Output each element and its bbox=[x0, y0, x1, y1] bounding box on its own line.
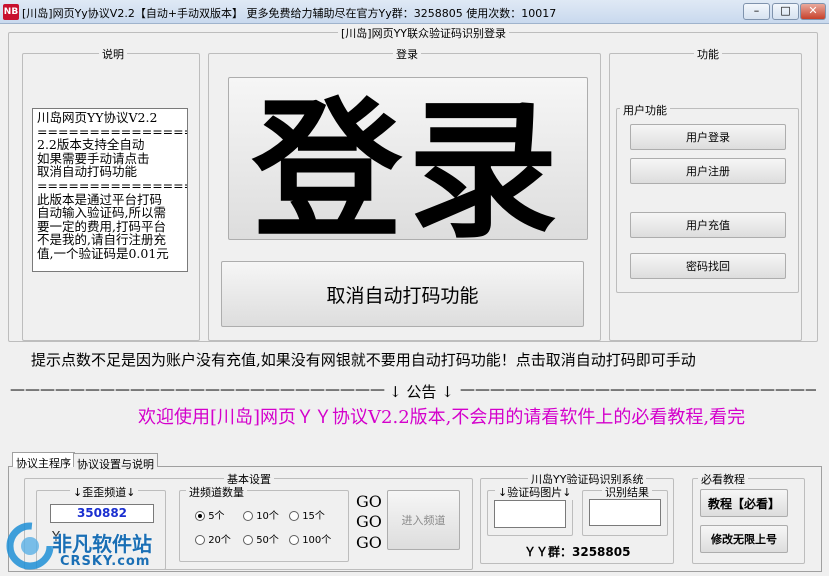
close-button[interactable]: ✕ bbox=[800, 3, 826, 20]
cancel-auto-captcha-button[interactable]: 取消自动打码功能 bbox=[221, 261, 584, 327]
app-icon: NB bbox=[3, 4, 19, 20]
radio-20[interactable]: 20个 bbox=[195, 531, 231, 546]
go-label-2: GO bbox=[356, 512, 382, 531]
radio-icon bbox=[289, 511, 299, 521]
note-line: ====================== bbox=[37, 123, 187, 139]
radio-15[interactable]: 15个 bbox=[289, 507, 325, 522]
channel-count-group bbox=[179, 490, 349, 562]
radio-100[interactable]: 100个 bbox=[289, 531, 331, 546]
features-group-label: 功能 bbox=[694, 46, 722, 62]
marquee-text: 欢迎使用[川岛]网页ＹＹ协议V2.2版本,不会用的请看软件上的必看教程,看完 bbox=[138, 407, 746, 428]
radio-100-label: 100个 bbox=[302, 535, 332, 546]
watermark-en: CRSKY.com bbox=[60, 554, 151, 569]
notice-rule-left: —————————————————————————— bbox=[10, 380, 385, 398]
radio-icon bbox=[243, 535, 253, 545]
user-recharge-button[interactable]: 用户充值 bbox=[630, 212, 786, 238]
marquee-container: 欢迎使用[川岛]网页ＹＹ协议V2.2版本,不会用的请看软件上的必看教程,看完 bbox=[138, 403, 829, 431]
captcha-image-label: ↓验证码图片↓ bbox=[495, 484, 575, 500]
radio-icon bbox=[195, 535, 205, 545]
user-login-button[interactable]: 用户登录 bbox=[630, 124, 786, 150]
note-line: 不是我的,请自行注册充 bbox=[37, 232, 166, 248]
radio-5[interactable]: 5个 bbox=[195, 507, 225, 522]
note-line: 如果需要手动请点击 bbox=[37, 150, 150, 166]
radio-20-label: 20个 bbox=[208, 535, 231, 546]
radio-50[interactable]: 50个 bbox=[243, 531, 279, 546]
note-line: 值,一个验证码是0.01元 bbox=[37, 245, 169, 261]
maximize-button[interactable]: □ bbox=[772, 3, 799, 20]
tab-main-program[interactable]: 协议主程序 bbox=[12, 452, 75, 470]
tutorial-group-label: 必看教程 bbox=[698, 471, 748, 487]
note-line: ====================== bbox=[37, 177, 187, 193]
note-line: 取消自动打码功能 bbox=[37, 164, 138, 180]
site-watermark: 非凡软件站 CRSKY.com bbox=[0, 510, 170, 576]
note-line: 要一定的费用,打码平台 bbox=[37, 218, 166, 234]
go-label-3: GO bbox=[356, 533, 382, 552]
minimize-button[interactable]: – bbox=[743, 3, 770, 20]
main-group-label: [川岛]网页YY联众验证码识别登录 bbox=[338, 25, 510, 41]
window-title: [川岛]网页Yy协议V2.2【自动+手动双版本】 更多免费给力辅助尽在官方Yy群… bbox=[22, 7, 557, 20]
captcha-image-box bbox=[494, 500, 566, 528]
note-line: 2.2版本支持全自动 bbox=[37, 137, 145, 153]
enter-channel-button[interactable]: 进入频道 bbox=[387, 490, 460, 550]
radio-icon bbox=[289, 535, 299, 545]
yy-group-number: ＹＹ群：3258805 bbox=[524, 545, 631, 559]
login-big-button[interactable]: 登录 bbox=[228, 77, 588, 259]
note-line: 川岛网页YY协议V2.2 bbox=[37, 110, 158, 125]
watermark-logo-icon bbox=[6, 522, 54, 570]
user-register-button[interactable]: 用户注册 bbox=[630, 158, 786, 184]
radio-10[interactable]: 10个 bbox=[243, 507, 279, 522]
password-recovery-button[interactable]: 密码找回 bbox=[630, 253, 786, 279]
tab-settings-help[interactable]: 协议设置与说明 bbox=[73, 453, 158, 471]
captcha-result-label: 识别结果 bbox=[602, 484, 652, 500]
hint-text: 提示点数不足是因为账户没有充值,如果没有网银就不要用自动打码功能！点击取消自动打… bbox=[31, 351, 696, 369]
radio-5-label: 5个 bbox=[208, 511, 225, 522]
radio-10-label: 10个 bbox=[256, 511, 279, 522]
channel-count-label: 进频道数量 bbox=[186, 484, 247, 500]
notice-title: ↓ 公告 ↓ bbox=[389, 383, 454, 400]
go-label-1: GO bbox=[356, 492, 382, 511]
radio-selected-icon bbox=[195, 511, 205, 521]
notice-rule-right: —————————————————————————— bbox=[460, 380, 816, 398]
user-functions-label: 用户功能 bbox=[620, 102, 670, 118]
note-line: 此版本是通过平台打码 bbox=[37, 191, 163, 207]
explain-text-box[interactable]: 川岛网页YY协议V2.2 ====================== 2.2版… bbox=[32, 108, 188, 272]
watermark-cn: 非凡软件站 bbox=[52, 532, 152, 556]
channel-label: ↓歪歪频道↓ bbox=[70, 484, 139, 500]
radio-50-label: 50个 bbox=[256, 535, 279, 546]
tutorial-button[interactable]: 教程【必看】 bbox=[700, 489, 788, 517]
captcha-result-input[interactable] bbox=[589, 499, 661, 526]
explain-group-label: 说明 bbox=[99, 46, 127, 62]
radio-icon bbox=[243, 511, 253, 521]
note-line: 自动输入验证码,所以需 bbox=[37, 205, 166, 221]
radio-15-label: 15个 bbox=[302, 511, 325, 522]
notice-bar: —————————————————————————— ↓ 公告 ↓ ——————… bbox=[10, 380, 816, 400]
modify-unlimited-button[interactable]: 修改无限上号 bbox=[700, 525, 788, 553]
